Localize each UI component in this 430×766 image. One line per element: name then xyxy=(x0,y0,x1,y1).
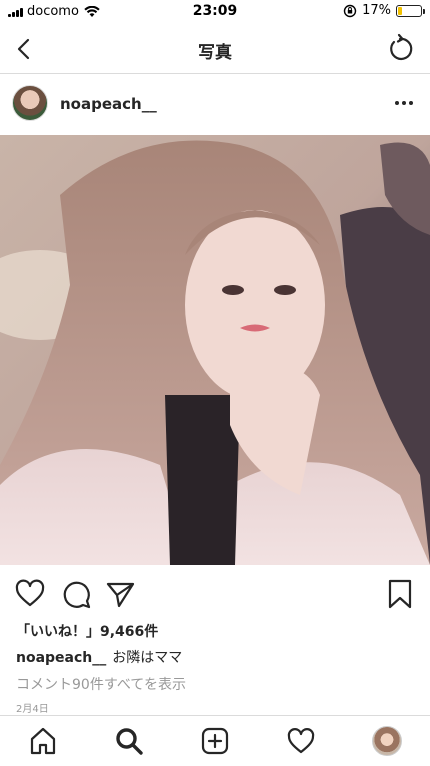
activity-heart-icon[interactable] xyxy=(286,726,316,756)
refresh-icon[interactable] xyxy=(384,33,416,65)
top-nav-bar: 写真 xyxy=(0,24,430,74)
bookmark-icon[interactable] xyxy=(384,578,416,610)
share-icon[interactable] xyxy=(104,578,136,610)
post-photo[interactable] xyxy=(0,135,430,565)
rotation-lock-icon xyxy=(343,4,357,17)
comment-icon[interactable] xyxy=(60,578,92,610)
caption-text: お隣はママ xyxy=(112,650,183,666)
post-header: noapeach__ xyxy=(0,75,430,135)
status-bar: docomo 23:09 17% xyxy=(0,0,430,24)
add-post-icon[interactable] xyxy=(200,726,230,756)
avatar[interactable] xyxy=(12,85,48,121)
post-username[interactable]: noapeach__ xyxy=(60,95,157,113)
post-actions xyxy=(0,572,430,616)
likes-count[interactable]: 「いいね！」9,466件 xyxy=(16,621,158,641)
battery-percent: 17% xyxy=(362,3,391,18)
chevron-left-icon[interactable] xyxy=(10,34,40,64)
more-horizontal-icon[interactable] xyxy=(392,93,416,113)
battery-level xyxy=(398,6,402,15)
post-date: 2月4日 xyxy=(16,704,49,715)
page-title: 写真 xyxy=(198,43,232,63)
caption-username[interactable]: noapeach__ xyxy=(16,650,106,666)
status-right: 17% xyxy=(343,3,425,18)
search-icon[interactable] xyxy=(114,726,144,756)
view-all-comments-link[interactable]: コメント90件すべてを表示 xyxy=(16,674,186,694)
photo-illustration xyxy=(0,135,430,565)
heart-icon[interactable] xyxy=(14,578,46,610)
caption: noapeach__ お隣はママ xyxy=(16,647,182,667)
battery-icon xyxy=(396,4,425,17)
profile-avatar[interactable] xyxy=(372,726,402,756)
home-icon[interactable] xyxy=(28,726,58,756)
bottom-tab-bar xyxy=(0,715,430,766)
